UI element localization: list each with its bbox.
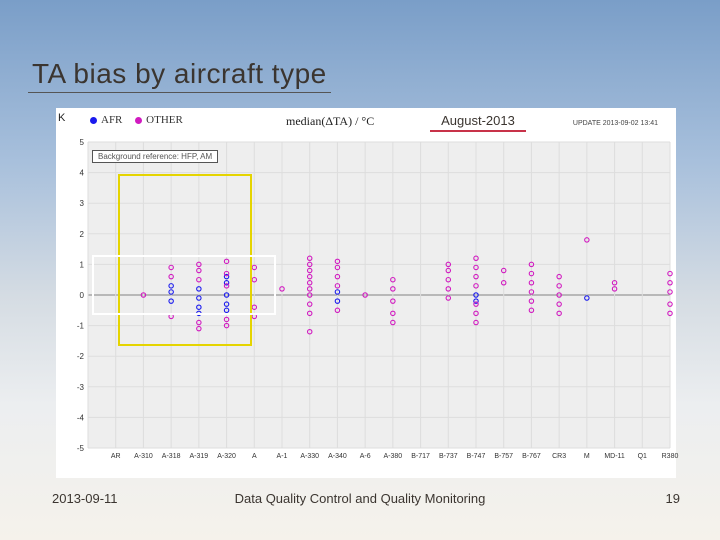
month-label: August-2013 xyxy=(430,112,526,132)
legend-dot-other xyxy=(135,117,142,124)
svg-text:R380: R380 xyxy=(662,453,679,460)
svg-text:M: M xyxy=(584,453,590,460)
svg-text:A-1: A-1 xyxy=(277,453,288,460)
svg-text:B-747: B-747 xyxy=(467,453,486,460)
slide-title: TA bias by aircraft type xyxy=(28,58,331,93)
svg-text:A-318: A-318 xyxy=(162,453,181,460)
svg-text:AR: AR xyxy=(111,453,121,460)
svg-text:A-319: A-319 xyxy=(190,453,209,460)
legend-dot-afr xyxy=(90,117,97,124)
svg-text:A-330: A-330 xyxy=(300,453,319,460)
svg-text:B-767: B-767 xyxy=(522,453,541,460)
svg-text:B-717: B-717 xyxy=(411,453,430,460)
reference-note: Background reference: HFP, AM xyxy=(92,150,218,163)
svg-text:4: 4 xyxy=(80,169,85,178)
svg-text:A: A xyxy=(252,453,257,460)
svg-text:B-737: B-737 xyxy=(439,453,458,460)
svg-text:MD-11: MD-11 xyxy=(604,453,625,460)
svg-text:1: 1 xyxy=(80,260,85,269)
svg-text:-4: -4 xyxy=(77,413,85,422)
svg-text:-1: -1 xyxy=(77,322,85,331)
svg-text:A-310: A-310 xyxy=(134,453,153,460)
svg-text:A-320: A-320 xyxy=(217,453,236,460)
svg-text:B-757: B-757 xyxy=(494,453,513,460)
svg-text:-3: -3 xyxy=(77,383,85,392)
legend: AFR OTHER xyxy=(80,114,183,126)
svg-text:0: 0 xyxy=(80,291,85,300)
legend-label-other: OTHER xyxy=(146,114,183,126)
svg-text:5: 5 xyxy=(80,138,85,147)
svg-text:2: 2 xyxy=(80,230,85,239)
y-axis-title: median(ΔTA) / °C xyxy=(286,114,374,129)
footer-center: Data Quality Control and Quality Monitor… xyxy=(0,491,720,506)
svg-text:CR3: CR3 xyxy=(552,453,566,460)
footer-page: 19 xyxy=(666,491,680,506)
svg-text:3: 3 xyxy=(80,199,85,208)
svg-text:A-380: A-380 xyxy=(384,453,403,460)
svg-text:A-6: A-6 xyxy=(360,453,371,460)
legend-label-afr: AFR xyxy=(101,114,122,126)
highlight-white-box xyxy=(92,255,276,315)
svg-text:-5: -5 xyxy=(77,444,85,453)
svg-text:-2: -2 xyxy=(77,352,85,361)
svg-text:A-340: A-340 xyxy=(328,453,347,460)
update-timestamp: UPDATE 2013-09-02 13:41 xyxy=(573,120,658,127)
svg-text:Q1: Q1 xyxy=(638,453,647,460)
corner-K: K xyxy=(58,112,65,124)
